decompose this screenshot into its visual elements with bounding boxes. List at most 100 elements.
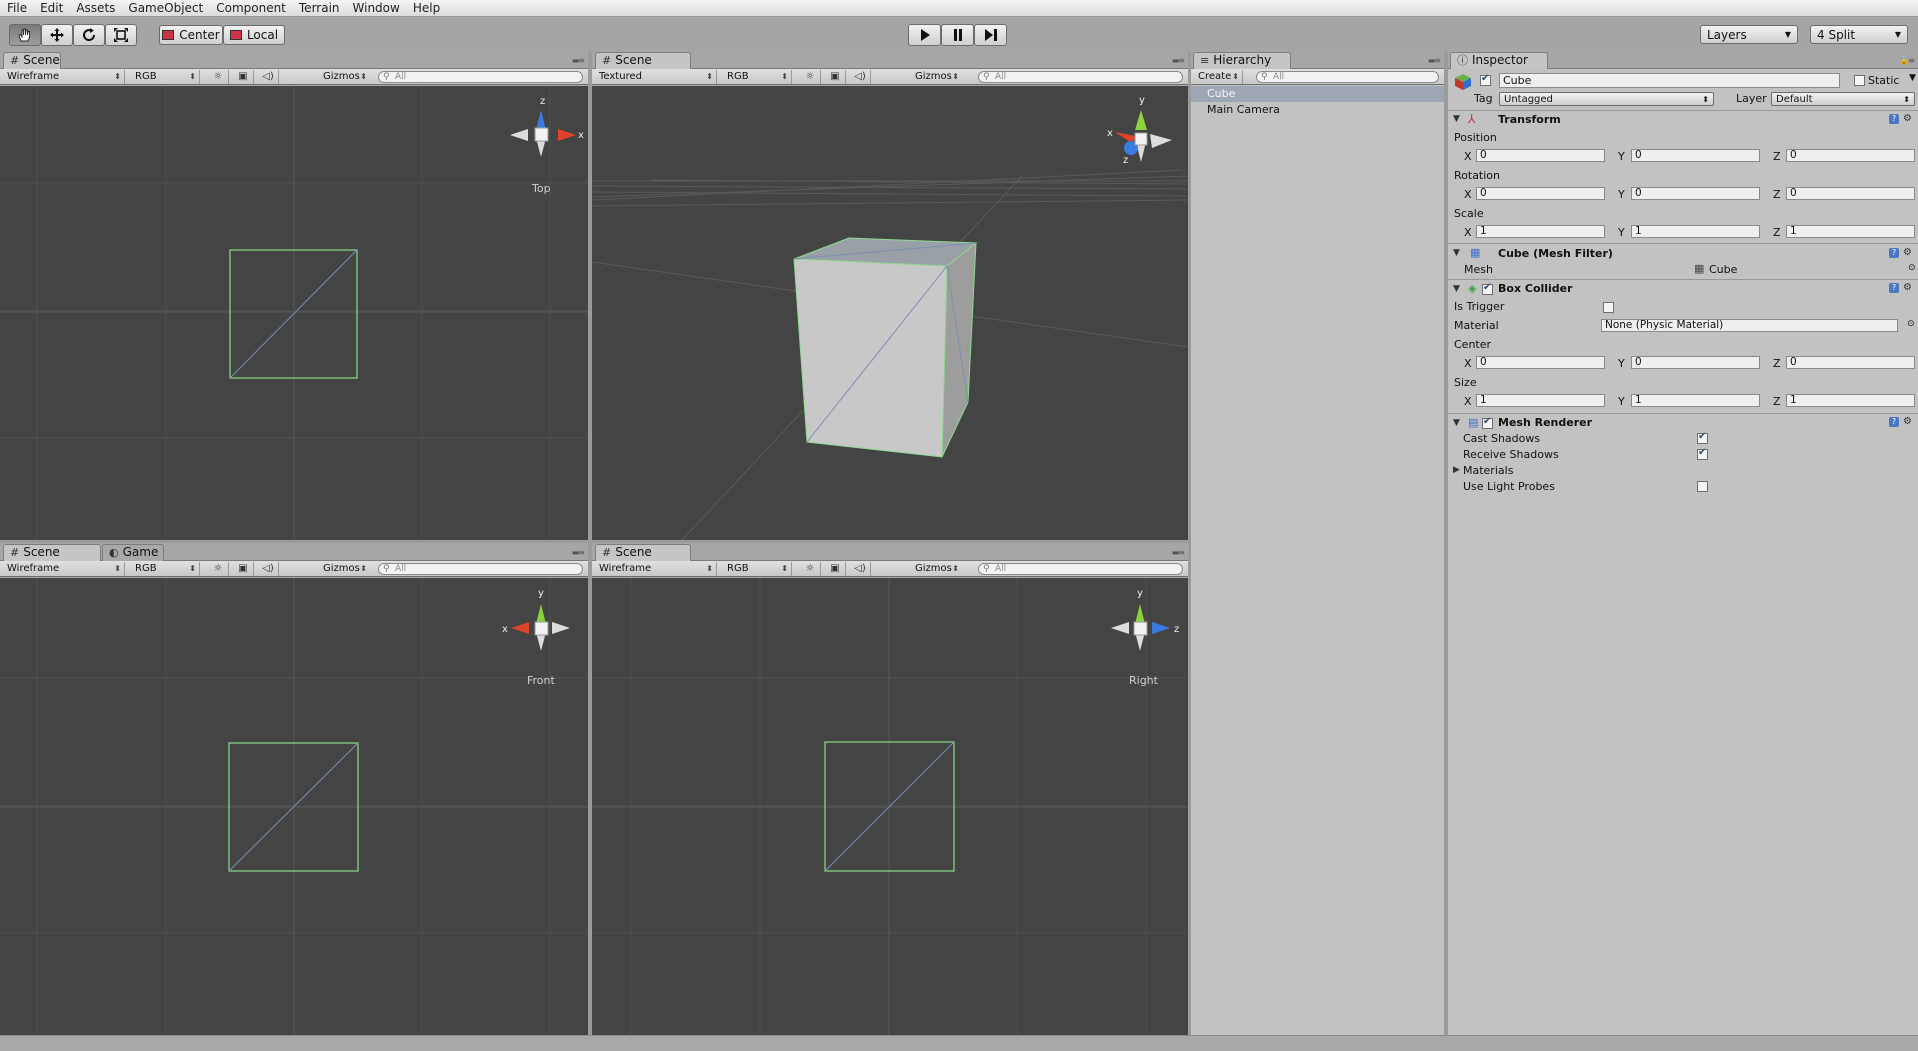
scene-search-input[interactable]: ⚲ All xyxy=(378,71,583,83)
orientation-gizmo[interactable]: y z xyxy=(1111,588,1179,651)
physic-material-field[interactable]: None (Physic Material) xyxy=(1601,319,1898,332)
tab-scene[interactable]: # Scene xyxy=(595,544,691,561)
scene-viewport-right[interactable]: y z Right xyxy=(592,578,1188,1035)
splitter-horizontal[interactable] xyxy=(0,540,1188,543)
cast-shadows-checkbox[interactable] xyxy=(1697,431,1708,444)
gizmos-dropdown[interactable]: Gizmos xyxy=(318,562,370,576)
scene-viewport-perspective[interactable]: y x z xyxy=(592,86,1188,540)
create-dropdown[interactable]: Create xyxy=(1193,70,1243,84)
component-help-icons[interactable]: ? ⚙ xyxy=(1889,282,1912,293)
tab-inspector[interactable]: ⓘ Inspector xyxy=(1450,52,1548,69)
orientation-gizmo[interactable]: z x xyxy=(510,96,584,157)
gameobject-active-checkbox[interactable] xyxy=(1480,73,1491,86)
audio-toggle-icon[interactable]: ◁) xyxy=(850,70,871,84)
size-z-field[interactable]: 1 xyxy=(1786,394,1915,407)
color-mode-dropdown[interactable]: RGB xyxy=(722,562,792,576)
scene-search-input[interactable]: ⚲ All xyxy=(978,563,1183,575)
panel-menu-icon[interactable]: ▬≡ xyxy=(1428,56,1441,65)
foldout-arrow-icon[interactable]: ▼ xyxy=(1453,284,1460,294)
audio-toggle-icon[interactable]: ◁) xyxy=(258,562,279,576)
scene-viewport-front[interactable]: y x Front xyxy=(0,578,588,1035)
mesh-renderer-enabled-checkbox[interactable] xyxy=(1482,416,1493,429)
render-mode-dropdown[interactable]: Textured xyxy=(594,70,717,84)
render-mode-dropdown[interactable]: Wireframe xyxy=(2,562,125,576)
hierarchy-item-main-camera[interactable]: Main Camera xyxy=(1191,102,1444,118)
object-picker-icon[interactable]: ⊙ xyxy=(1907,319,1915,329)
layers-dropdown[interactable]: Layers ▼ xyxy=(1700,25,1798,44)
scale-y-field[interactable]: 1 xyxy=(1631,225,1760,238)
scale-x-field[interactable]: 1 xyxy=(1476,225,1605,238)
scale-z-field[interactable]: 1 xyxy=(1786,225,1915,238)
tab-scene[interactable]: # Scene xyxy=(595,52,691,69)
panel-menu-icon[interactable]: ▬≡ xyxy=(572,56,585,65)
menu-edit[interactable]: Edit xyxy=(33,0,69,17)
scene-viewport-top[interactable]: z x Top xyxy=(0,86,588,540)
component-help-icons[interactable]: ? ⚙ xyxy=(1889,416,1912,427)
image-effects-toggle-icon[interactable]: ▣ xyxy=(825,562,846,576)
panel-menu-icon[interactable]: ▬≡ xyxy=(1172,548,1185,557)
gameobject-name-field[interactable]: Cube xyxy=(1499,73,1840,88)
hierarchy-item-cube[interactable]: Cube xyxy=(1191,86,1444,102)
tab-scene[interactable]: # Scene xyxy=(3,544,101,561)
color-mode-dropdown[interactable]: RGB xyxy=(130,562,200,576)
color-mode-dropdown[interactable]: RGB xyxy=(130,70,200,84)
pause-button[interactable] xyxy=(941,24,974,46)
cube-mesh[interactable] xyxy=(793,237,978,458)
tab-hierarchy[interactable]: ≡ Hierarchy xyxy=(1193,52,1291,69)
menu-gameobject[interactable]: GameObject xyxy=(121,0,209,17)
box-collider-enabled-checkbox[interactable] xyxy=(1482,282,1493,295)
layout-dropdown[interactable]: 4 Split ▼ xyxy=(1810,25,1908,44)
tab-game[interactable]: ◐ Game xyxy=(102,544,164,561)
scale-tool-button[interactable] xyxy=(105,24,137,46)
gizmos-dropdown[interactable]: Gizmos xyxy=(910,562,962,576)
hand-tool-button[interactable] xyxy=(9,24,41,46)
rotation-z-field[interactable]: 0 xyxy=(1786,187,1915,200)
center-y-field[interactable]: 0 xyxy=(1631,356,1760,369)
lighting-toggle-icon[interactable]: ☼ xyxy=(208,70,229,84)
scene-search-input[interactable]: ⚲ All xyxy=(378,563,583,575)
play-button[interactable] xyxy=(908,24,941,46)
position-z-field[interactable]: 0 xyxy=(1786,149,1915,162)
splitter-vertical[interactable] xyxy=(1188,51,1191,1035)
audio-toggle-icon[interactable]: ◁) xyxy=(850,562,871,576)
size-x-field[interactable]: 1 xyxy=(1476,394,1605,407)
panel-menu-icon[interactable]: ▬≡ xyxy=(1172,56,1185,65)
menu-file[interactable]: File xyxy=(0,0,33,17)
component-help-icons[interactable]: ? ⚙ xyxy=(1889,113,1912,124)
image-effects-toggle-icon[interactable]: ▣ xyxy=(233,562,254,576)
image-effects-toggle-icon[interactable]: ▣ xyxy=(825,70,846,84)
tag-dropdown[interactable]: Untagged ⬍ xyxy=(1499,92,1714,106)
scene-search-input[interactable]: ⚲ All xyxy=(978,71,1183,83)
render-mode-dropdown[interactable]: Wireframe xyxy=(594,562,717,576)
center-x-field[interactable]: 0 xyxy=(1476,356,1605,369)
splitter-vertical[interactable] xyxy=(588,51,592,1035)
tab-scene[interactable]: # Scene xyxy=(3,52,61,69)
is-trigger-checkbox[interactable] xyxy=(1603,302,1614,313)
rotate-tool-button[interactable] xyxy=(73,24,105,46)
render-mode-dropdown[interactable]: Wireframe xyxy=(2,70,125,84)
menu-terrain[interactable]: Terrain xyxy=(292,0,346,17)
lock-icon[interactable]: 🔒≡ xyxy=(1899,56,1915,65)
foldout-arrow-icon[interactable]: ▼ xyxy=(1453,114,1460,124)
hierarchy-search-input[interactable]: ⚲ All xyxy=(1256,71,1439,83)
foldout-arrow-icon[interactable]: ▼ xyxy=(1453,418,1460,428)
use-light-probes-checkbox[interactable] xyxy=(1697,481,1708,492)
step-button[interactable] xyxy=(974,24,1007,46)
center-z-field[interactable]: 0 xyxy=(1786,356,1915,369)
materials-foldout-arrow-icon[interactable]: ▶ xyxy=(1453,465,1460,475)
panel-menu-icon[interactable]: ▬≡ xyxy=(572,548,585,557)
position-y-field[interactable]: 0 xyxy=(1631,149,1760,162)
materials-label[interactable]: Materials xyxy=(1463,464,1513,477)
position-x-field[interactable]: 0 xyxy=(1476,149,1605,162)
lighting-toggle-icon[interactable]: ☼ xyxy=(800,70,821,84)
static-dropdown-arrow-icon[interactable]: ▼ xyxy=(1909,73,1916,83)
size-y-field[interactable]: 1 xyxy=(1631,394,1760,407)
orientation-gizmo[interactable]: y x xyxy=(502,588,570,651)
pivot-space-button[interactable]: Local xyxy=(223,25,285,45)
menu-window[interactable]: Window xyxy=(346,0,406,17)
move-tool-button[interactable] xyxy=(41,24,73,46)
menu-component[interactable]: Component xyxy=(209,0,292,17)
color-mode-dropdown[interactable]: RGB xyxy=(722,70,792,84)
gizmos-dropdown[interactable]: Gizmos xyxy=(318,70,370,84)
component-help-icons[interactable]: ? ⚙ xyxy=(1889,247,1912,258)
